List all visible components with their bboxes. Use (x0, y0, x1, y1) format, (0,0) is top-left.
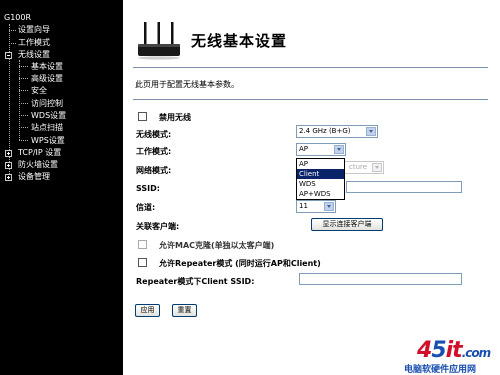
sidebar-item-site-survey[interactable]: 站点扫描 (31, 122, 63, 134)
page-title: 无线基本设置 (191, 32, 288, 50)
disable-wireless-checkbox[interactable] (138, 112, 147, 121)
repeater-label: 允许Repeater模式 (同时运行AP和Client) (159, 259, 321, 268)
sidebar-item-wds-settings[interactable]: WDS设置 (31, 110, 66, 122)
expand-icon[interactable] (5, 150, 12, 157)
title-divider (133, 67, 488, 68)
sidebar-item-basic-settings[interactable]: 基本设置 (31, 61, 63, 73)
sidebar-item-work-mode[interactable]: 工作模式 (18, 37, 50, 49)
band-label: 无线模式: (136, 130, 172, 139)
watermark-logo-part: 5 (431, 338, 446, 363)
repeater-ssid-input[interactable] (299, 273, 462, 285)
mac-clone-checkbox[interactable] (138, 240, 147, 249)
mode-option-ap-wds[interactable]: AP+WDS (297, 189, 344, 199)
channel-select[interactable]: 11 (296, 200, 336, 213)
band-select[interactable]: 2.4 GHz (B+G) (296, 125, 378, 138)
mode-select[interactable]: AP (296, 143, 346, 156)
reset-button[interactable]: 重置 (172, 304, 197, 317)
sidebar-item-wps-settings[interactable]: WPS设置 (31, 135, 65, 147)
apply-button[interactable]: 应用 (135, 304, 160, 317)
sidebar-item-wireless-settings[interactable]: 无线设置 (18, 49, 50, 61)
band-select-value: 2.4 GHz (B+G) (299, 127, 351, 135)
router-icon (138, 22, 180, 60)
disable-wireless-label: 禁用无线 (159, 113, 191, 122)
channel-label: 信道: (136, 203, 156, 212)
ssid-input[interactable] (346, 181, 462, 193)
sidebar-item-firewall-settings[interactable]: 防火墙设置 (18, 159, 58, 171)
watermark-logo: 45it.com (417, 338, 491, 364)
mode-option-ap[interactable]: AP (297, 159, 344, 169)
ssid-label: SSID: (136, 184, 160, 193)
sidebar-item-device-management[interactable]: 设备管理 (18, 171, 50, 183)
main-content: 无线基本设置 此页用于配置无线基本参数。 禁用无线 无线模式: 2.4 GHz … (123, 0, 500, 375)
expand-icon[interactable] (5, 162, 12, 169)
associated-clients-label: 关联客户端: (136, 222, 180, 231)
chevron-down-icon (324, 202, 334, 211)
chevron-down-icon (372, 163, 382, 172)
sidebar-item-security[interactable]: 安全 (31, 85, 47, 97)
watermark-tagline: 电脑软硬件应用网 (404, 365, 477, 375)
repeater-ssid-label: Repeater模式下Client SSID: (136, 277, 255, 286)
mode-option-client[interactable]: Client (297, 169, 344, 179)
mode-select-value: AP (299, 145, 309, 153)
section-divider (133, 99, 488, 100)
chevron-down-icon (366, 127, 376, 136)
channel-select-value: 11 (299, 202, 308, 210)
sidebar-item-access-control[interactable]: 访问控制 (31, 98, 63, 110)
watermark-logo-part: 4 (417, 338, 432, 363)
show-clients-button[interactable]: 显示连接客户端 (311, 218, 383, 231)
mode-label: 工作模式: (136, 147, 172, 156)
expand-icon[interactable] (5, 174, 12, 181)
collapse-icon[interactable] (5, 52, 12, 59)
mode-option-wds[interactable]: WDS (297, 179, 344, 189)
network-type-label: 网络模式: (136, 166, 172, 175)
watermark-logo-part: .com (461, 346, 491, 360)
repeater-checkbox[interactable] (138, 258, 147, 267)
network-type-value: cture (349, 163, 368, 171)
watermark-logo-part: it (445, 338, 463, 363)
chevron-down-icon (334, 145, 344, 154)
sidebar-item-tcpip-settings[interactable]: TCP/IP 设置 (18, 147, 61, 159)
sidebar-item-setup-wizard[interactable]: 设置向导 (18, 24, 50, 36)
mode-dropdown-list: AP Client WDS AP+WDS (296, 158, 345, 200)
page-description: 此页用于配置无线基本参数。 (135, 80, 239, 89)
sidebar-navigation: G100R 设置向导 工作模式 无线设置 基本设置 高级设置 安全 访问控制 W… (0, 0, 123, 375)
mac-clone-label: 允许MAC克隆(单独以太客户端) (159, 241, 275, 250)
sidebar-root-label: G100R (4, 13, 32, 22)
sidebar-item-advanced-settings[interactable]: 高级设置 (31, 73, 63, 85)
